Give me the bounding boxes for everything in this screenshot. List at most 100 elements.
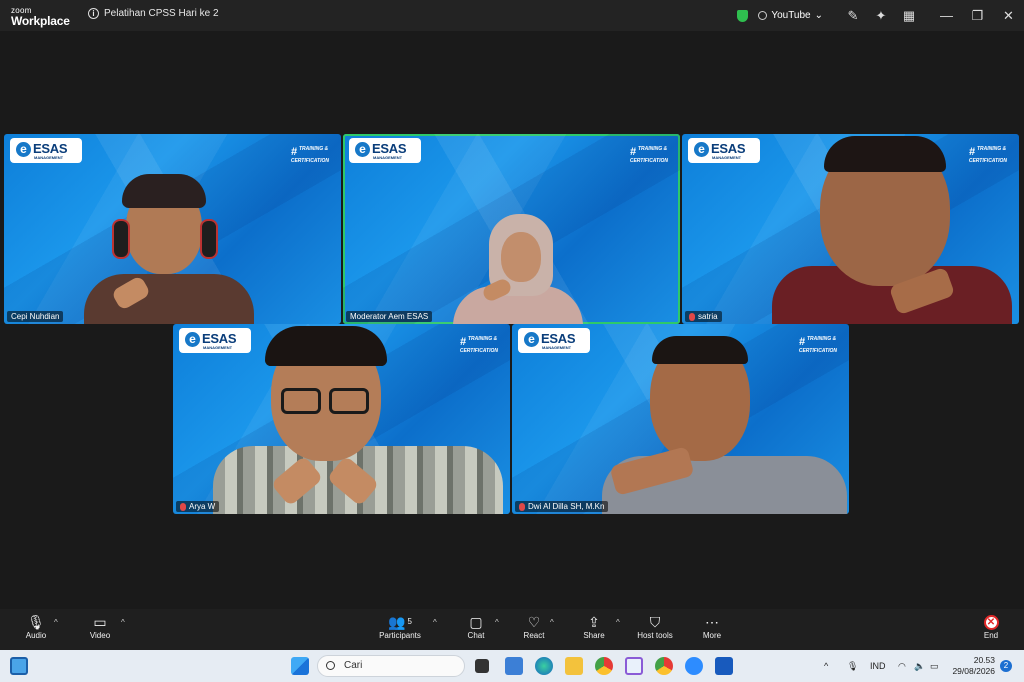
react-options-caret[interactable]: ^ bbox=[550, 618, 554, 627]
clock-date: 29/08/2026 bbox=[952, 666, 995, 676]
audio-options-caret[interactable]: ^ bbox=[54, 618, 58, 627]
headset-band bbox=[122, 174, 206, 208]
participant-video bbox=[213, 326, 503, 514]
training-certification-tag: # TRAINING & CERTIFICATION bbox=[629, 146, 668, 164]
info-icon[interactable]: i bbox=[88, 8, 99, 19]
clock[interactable]: 20.53 29/08/2026 bbox=[952, 655, 995, 677]
participants-options-caret[interactable]: ^ bbox=[433, 618, 437, 627]
esas-logo-text: ESAS bbox=[33, 141, 68, 156]
participant-video bbox=[772, 136, 1012, 324]
store-icon[interactable] bbox=[505, 657, 523, 675]
esas-e-mark: e bbox=[185, 332, 200, 347]
zoom-app-icon[interactable] bbox=[685, 657, 703, 675]
ai-sparkle-icon[interactable]: ✦ bbox=[867, 0, 895, 31]
video-tile[interactable]: e ESAS MANAGEMENT # TRAINING & CERTIFICATI… bbox=[173, 324, 510, 514]
chat-label: Chat bbox=[467, 631, 485, 640]
esas-e-mark: e bbox=[694, 142, 709, 157]
notification-badge[interactable]: 2 bbox=[1000, 660, 1012, 672]
react-button[interactable]: ♡ React bbox=[520, 613, 548, 640]
video-options-caret[interactable]: ^ bbox=[121, 618, 125, 627]
esas-logo-sub: MANAGEMENT bbox=[373, 155, 403, 160]
tag-line-1: TRAINING & bbox=[637, 146, 668, 152]
edge-browser-icon[interactable] bbox=[535, 657, 553, 675]
esas-e-mark: e bbox=[16, 142, 31, 157]
esas-logo-text: ESAS bbox=[372, 141, 407, 156]
mic-muted-icon bbox=[519, 502, 525, 511]
microphone-tray-icon[interactable]: 🎙 bbox=[847, 650, 858, 682]
video-tile-active-speaker[interactable]: e ESAS MANAGEMENT # TRAINING & CERTIFICATI… bbox=[343, 134, 680, 324]
chat-button[interactable]: ▢ Chat bbox=[462, 613, 490, 640]
taskbar-search[interactable]: Cari bbox=[317, 655, 465, 677]
gallery-grid-icon[interactable]: ▦ bbox=[895, 0, 923, 31]
security-shield-icon[interactable] bbox=[737, 9, 749, 22]
host-tools-label: Host tools bbox=[637, 631, 673, 640]
more-button[interactable]: ⋯ More bbox=[698, 613, 726, 640]
headset-right bbox=[200, 219, 218, 259]
meeting-info[interactable]: i Pelatihan CPSS Hari ke 2 bbox=[88, 8, 219, 19]
participants-label: Participants bbox=[379, 631, 421, 640]
chat-options-caret[interactable]: ^ bbox=[495, 618, 499, 627]
hair bbox=[652, 336, 748, 364]
video-tile[interactable]: e ESAS MANAGEMENT # TRAINING & CERTIFICATI… bbox=[682, 134, 1019, 324]
chat-icon: ▢ bbox=[469, 614, 483, 630]
host-tools-button[interactable]: ⛉ Host tools bbox=[634, 613, 676, 640]
task-view-icon[interactable] bbox=[475, 659, 489, 673]
video-tile[interactable]: e ESAS MANAGEMENT # TRAINING & CERTIFICATI… bbox=[512, 324, 849, 514]
windows-taskbar: Cari ^ 🎙 IND ◠ 🔈 ▭ 20.53 29/08/2026 2 bbox=[0, 650, 1024, 682]
youtube-stream-button[interactable]: YouTube ⌄ bbox=[758, 10, 823, 21]
video-gallery: e ESAS MANAGEMENT # TRAINING & CERTIFICATI… bbox=[0, 31, 1024, 609]
video-camera-icon: ▭ bbox=[93, 614, 107, 630]
participant-name: Dwi Al Dilla SH, M.Kn bbox=[528, 502, 605, 511]
zoom-workplace-logo: zoom Workplace bbox=[11, 6, 70, 27]
language-indicator[interactable]: IND bbox=[870, 650, 886, 682]
show-hidden-icons-caret[interactable]: ^ bbox=[824, 650, 828, 682]
wifi-icon[interactable]: ◠ bbox=[898, 650, 906, 682]
react-label: React bbox=[523, 631, 545, 640]
chrome-profile-icon[interactable] bbox=[655, 657, 673, 675]
windows-start-icon[interactable] bbox=[291, 657, 309, 675]
end-label: End bbox=[983, 631, 999, 640]
restore-button[interactable]: ❐ bbox=[962, 0, 993, 31]
search-placeholder: Cari bbox=[344, 660, 363, 671]
audio-button[interactable]: 🎙 Audio bbox=[22, 613, 50, 640]
word-icon[interactable] bbox=[715, 657, 733, 675]
mic-muted-icon bbox=[180, 502, 186, 511]
video-tile[interactable]: e ESAS MANAGEMENT # TRAINING & CERTIFICATI… bbox=[4, 134, 341, 324]
title-bar-controls: YouTube ⌄ ✎ ✦ ▦ — ❐ ✕ bbox=[737, 0, 1024, 31]
title-bar: zoom Workplace i Pelatihan CPSS Hari ke … bbox=[0, 0, 1024, 31]
esas-logo-sub: MANAGEMENT bbox=[712, 155, 742, 160]
share-options-caret[interactable]: ^ bbox=[616, 618, 620, 627]
glasses-right bbox=[329, 388, 369, 414]
chrome-icon[interactable] bbox=[595, 657, 613, 675]
widgets-icon[interactable] bbox=[10, 657, 28, 675]
close-button[interactable]: ✕ bbox=[993, 0, 1024, 31]
more-label: More bbox=[702, 631, 722, 640]
participant-name-tag: Moderator Aem ESAS bbox=[346, 311, 433, 322]
battery-icon[interactable]: ▭ bbox=[930, 650, 939, 682]
tag-line-2: CERTIFICATION bbox=[629, 158, 668, 164]
file-explorer-icon[interactable] bbox=[565, 657, 583, 675]
chevron-down-icon: ⌄ bbox=[814, 10, 823, 21]
tag-line-2: CERTIFICATION bbox=[290, 158, 329, 164]
participants-icon: 👥 5 bbox=[388, 614, 412, 630]
end-meeting-button[interactable]: ✕ End bbox=[978, 613, 1004, 640]
shield-icon: ⛉ bbox=[649, 614, 661, 630]
audio-label: Audio bbox=[25, 631, 47, 640]
end-icon: ✕ bbox=[983, 615, 999, 630]
video-label: Video bbox=[89, 631, 111, 640]
share-button[interactable]: ⇪ Share bbox=[580, 613, 608, 640]
participant-name-tag: Cepi Nuhdian bbox=[7, 311, 64, 322]
pen-icon[interactable]: ✎ bbox=[839, 0, 867, 31]
glasses-left bbox=[281, 388, 321, 414]
minimize-button[interactable]: — bbox=[931, 0, 962, 31]
video-button[interactable]: ▭ Video bbox=[86, 613, 114, 640]
esas-e-mark: e bbox=[524, 332, 539, 347]
tag-line-1: TRAINING & bbox=[298, 146, 329, 152]
headset-left bbox=[112, 219, 130, 259]
share-screen-icon: ⇪ bbox=[588, 614, 600, 630]
esas-logo: e ESAS MANAGEMENT bbox=[518, 328, 590, 353]
volume-icon[interactable]: 🔈 bbox=[914, 650, 925, 682]
esas-logo: e ESAS MANAGEMENT bbox=[10, 138, 82, 163]
participants-button[interactable]: 👥 5 Participants bbox=[375, 613, 425, 640]
snipping-tool-icon[interactable] bbox=[625, 657, 643, 675]
